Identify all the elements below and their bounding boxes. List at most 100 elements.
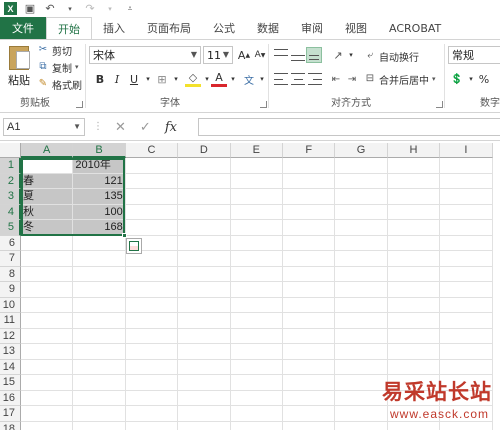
increase-indent-icon[interactable]: ⇥ [344,71,360,87]
row-header-13[interactable]: 13 [0,344,21,360]
cell-c3[interactable] [125,189,179,205]
cell-e13[interactable] [230,344,283,360]
cell-f3[interactable] [283,189,336,205]
cell-a5[interactable]: 冬 [21,220,74,236]
cell-g4[interactable] [335,204,388,220]
row-header-6[interactable]: 6 [0,235,21,251]
row-header-7[interactable]: 7 [0,251,21,267]
align-top-icon[interactable] [274,49,288,61]
redo-dropdown-icon[interactable]: ▾ [103,2,117,15]
cell-f6[interactable] [283,235,336,251]
cell-d4[interactable] [178,204,231,220]
row-header-12[interactable]: 12 [0,328,21,344]
cell-i12[interactable] [440,328,493,344]
cell-a16[interactable] [21,390,74,406]
cell-f14[interactable] [283,359,336,375]
cell-g7[interactable] [335,251,388,267]
cell-e1[interactable] [230,158,283,174]
cell-f4[interactable] [283,204,336,220]
paste-button[interactable]: 粘贴 [6,44,32,94]
cell-g3[interactable] [335,189,388,205]
increase-font-icon[interactable]: A ▲ [236,47,252,63]
column-header-h[interactable]: H [387,143,441,158]
cell-d18[interactable] [178,421,231,430]
cut-button[interactable]: ✂ 剪切 [37,42,72,58]
cell-h9[interactable] [387,282,441,298]
cell-b11[interactable] [73,313,126,329]
percent-icon[interactable]: % [476,71,492,87]
cell-h11[interactable] [387,313,441,329]
cell-c12[interactable] [125,328,179,344]
cell-e8[interactable] [230,266,283,282]
cell-a7[interactable] [21,251,74,267]
undo-icon[interactable]: ↶ [43,2,57,15]
cell-h1[interactable] [387,158,441,174]
cell-h10[interactable] [387,297,441,313]
number-format-select[interactable]: 常规 [448,46,500,64]
cell-a18[interactable] [21,421,74,430]
cell-d8[interactable] [178,266,231,282]
cell-h13[interactable] [387,344,441,360]
copy-dropdown-icon[interactable]: ▾ [75,63,79,71]
cell-f7[interactable] [283,251,336,267]
cell-a2[interactable]: 春 [21,173,74,189]
decrease-indent-icon[interactable]: ⇤ [328,71,344,87]
cell-c18[interactable] [126,421,179,430]
cell-f5[interactable] [283,220,336,236]
tab-home[interactable]: 开始 [46,17,92,39]
row-header-9[interactable]: 9 [0,282,21,298]
cell-h4[interactable] [387,204,441,220]
align-left-icon[interactable] [274,73,288,85]
cell-a3[interactable]: 夏 [21,189,74,205]
font-name-select[interactable]: 宋体 ▼ [89,46,201,64]
column-header-a[interactable]: A [21,143,74,158]
cell-e2[interactable] [230,173,283,189]
cell-g6[interactable] [335,235,388,251]
cell-c8[interactable] [125,266,179,282]
cell-a8[interactable] [21,266,74,282]
cell-f2[interactable] [283,173,336,189]
cell-i3[interactable] [440,189,493,205]
cell-f18[interactable] [283,421,336,430]
cell-i6[interactable] [440,235,493,251]
cell-e9[interactable] [230,282,283,298]
cell-a13[interactable] [21,344,74,360]
cell-d7[interactable] [178,251,231,267]
cell-h6[interactable] [387,235,441,251]
font-color-dropdown-icon[interactable]: ▾ [225,71,241,87]
cell-c9[interactable] [125,282,179,298]
tab-insert[interactable]: 插入 [92,17,136,39]
column-header-g[interactable]: G [335,143,388,158]
cell-d9[interactable] [178,282,231,298]
cell-b7[interactable] [73,251,126,267]
cell-f15[interactable] [283,375,336,391]
cell-h2[interactable] [387,173,441,189]
cell-c2[interactable] [125,173,179,189]
cell-g8[interactable] [335,266,388,282]
cell-e17[interactable] [230,406,283,422]
save-icon[interactable]: ▣ [23,2,37,15]
wrap-text-button[interactable]: ⤶ 自动换行 [364,48,419,64]
cell-d13[interactable] [178,344,231,360]
cell-d1[interactable] [178,158,231,174]
cell-b18[interactable] [73,421,126,430]
cell-c4[interactable] [125,204,179,220]
cell-b17[interactable] [73,406,126,422]
cell-f1[interactable] [283,158,336,174]
cell-i9[interactable] [440,282,493,298]
row-header-5[interactable]: 5 [0,220,21,236]
column-header-b[interactable]: B [73,143,126,158]
tab-page-layout[interactable]: 页面布局 [136,17,202,39]
cell-f12[interactable] [283,328,336,344]
cell-h7[interactable] [387,251,441,267]
customize-toolbar-icon[interactable]: ⩡ [123,2,137,15]
cell-i7[interactable] [440,251,493,267]
name-box[interactable]: A1 ▼ [3,118,85,136]
cell-d17[interactable] [178,406,231,422]
cell-h5[interactable] [387,220,441,236]
clipboard-launcher-icon[interactable] [76,101,83,108]
cell-c11[interactable] [125,313,179,329]
cell-a14[interactable] [21,359,74,375]
cell-e16[interactable] [230,390,283,406]
cell-i2[interactable] [440,173,493,189]
